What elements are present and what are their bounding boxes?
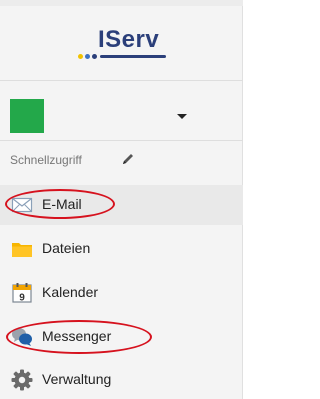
avatar <box>10 99 44 133</box>
quickaccess-heading: Schnellzugriff <box>10 153 82 167</box>
folder-icon <box>12 243 32 257</box>
calendar-icon: 9 <box>12 283 32 304</box>
logo-text: IServ <box>98 26 160 53</box>
divider <box>0 80 243 81</box>
calendar-day-text: 9 <box>19 293 25 304</box>
nav-item-email[interactable]: E-Mail <box>0 185 243 225</box>
divider <box>0 140 243 141</box>
nav-label-calendar: Kalender <box>42 284 99 300</box>
chevron-down-icon[interactable] <box>177 114 187 119</box>
nav-item-calendar[interactable]: 9 Kalender <box>0 273 243 313</box>
logo-dot-navy <box>92 54 97 59</box>
sidebar: IServ Schnellzugriff E-Mail Dateien 9 Ka… <box>0 0 243 399</box>
mail-icon <box>11 197 33 213</box>
iserv-logo[interactable]: IServ <box>72 26 182 66</box>
nav-item-files[interactable]: Dateien <box>0 229 243 269</box>
nav-label-admin: Verwaltung <box>42 371 112 387</box>
nav-item-messenger[interactable]: Messenger <box>0 317 243 357</box>
nav-label-files: Dateien <box>42 240 91 256</box>
nav-label-messenger: Messenger <box>42 328 112 344</box>
chat-icon <box>12 328 32 346</box>
nav-label-email: E-Mail <box>42 196 82 212</box>
nav-item-admin[interactable]: Verwaltung <box>0 360 243 399</box>
gear-icon <box>11 369 33 391</box>
logo-underline <box>100 55 166 58</box>
account-switcher[interactable] <box>0 86 243 138</box>
pencil-icon[interactable] <box>121 152 135 166</box>
top-border <box>0 0 243 6</box>
logo-dot-blue <box>85 54 90 59</box>
logo-dot-yellow <box>78 54 83 59</box>
